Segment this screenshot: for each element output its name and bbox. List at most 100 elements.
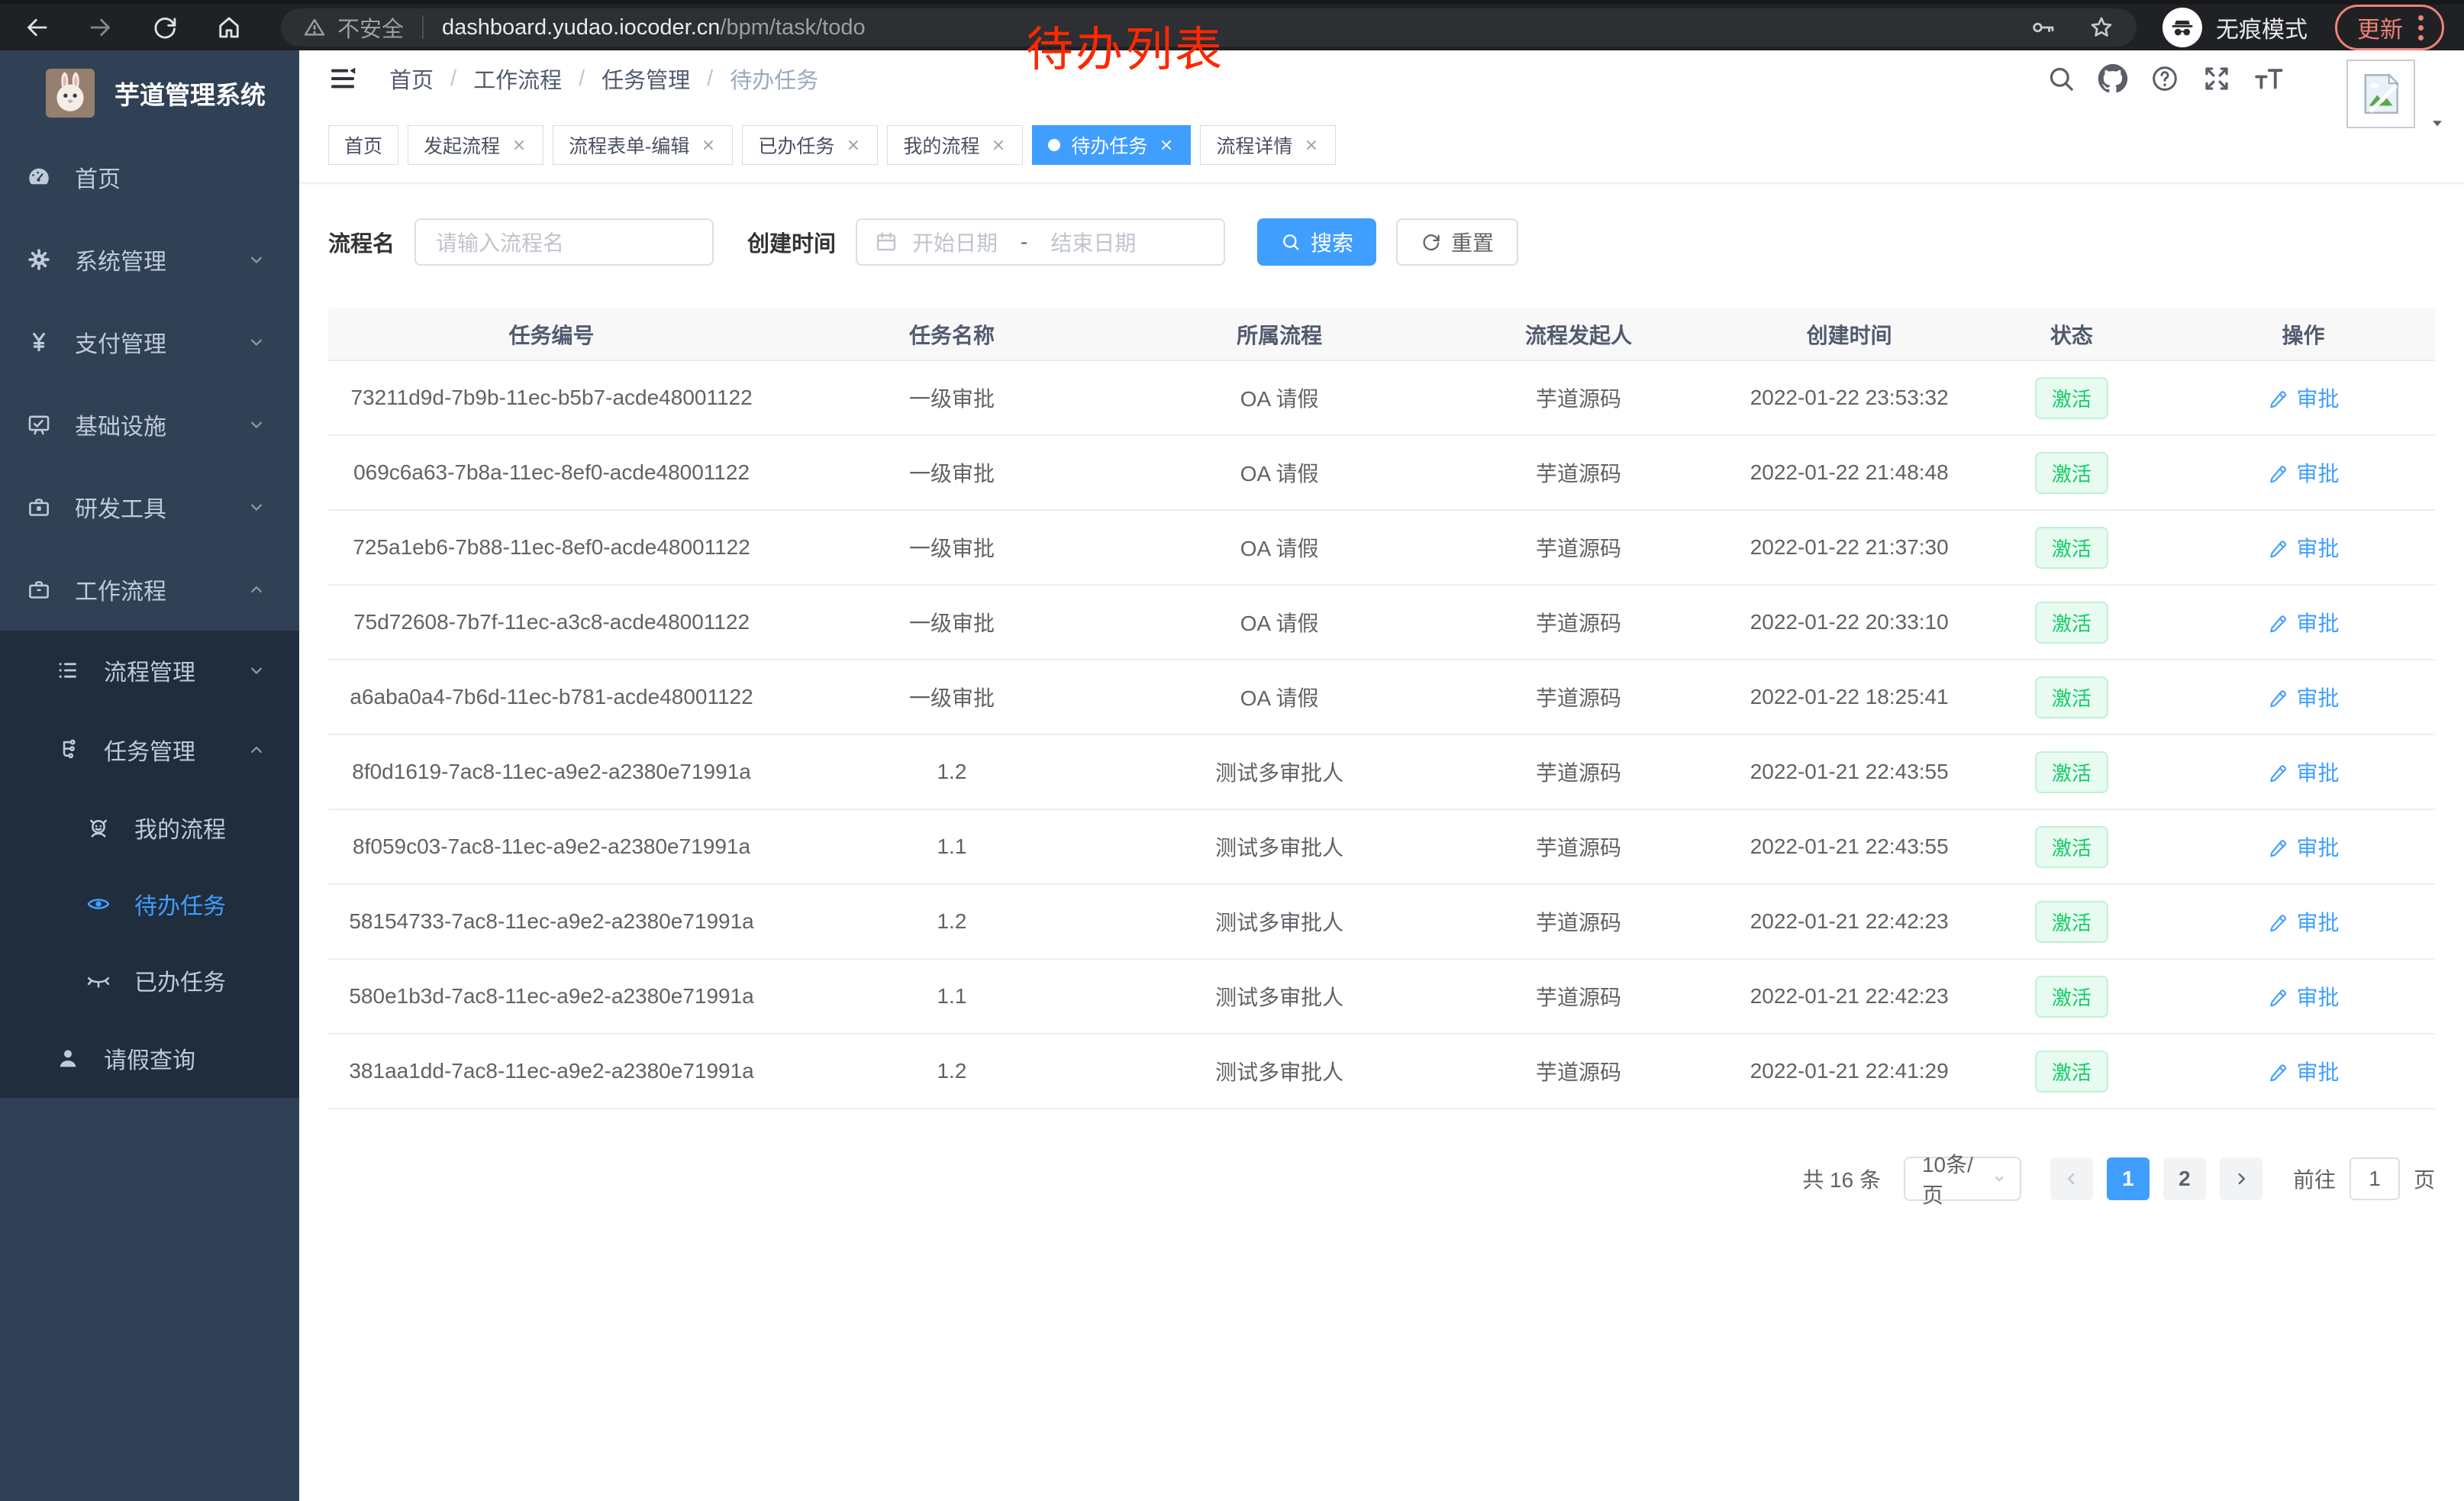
browser-back-icon[interactable] bbox=[20, 11, 53, 44]
sidebar-item-label: 基础设施 bbox=[75, 408, 246, 441]
browser-update-button[interactable]: 更新 bbox=[2335, 5, 2444, 50]
approve-link[interactable]: 审批 bbox=[2267, 831, 2339, 862]
cell-starter: 芋道源码 bbox=[1430, 435, 1727, 510]
tab-1[interactable]: 发起流程 bbox=[408, 125, 543, 165]
top-header: 首页 / 工作流程 / 任务管理 / 待办任务 bbox=[299, 50, 2464, 107]
breadcrumb-workflow[interactable]: 工作流程 bbox=[473, 63, 562, 95]
sidebar-item-9[interactable]: 待办任务 bbox=[0, 866, 299, 942]
goto-label: 前往 bbox=[2293, 1164, 2336, 1194]
search-button[interactable]: 搜索 bbox=[1257, 218, 1376, 266]
sidebar-item-7[interactable]: 任务管理 bbox=[0, 710, 299, 789]
next-page-button[interactable] bbox=[2220, 1157, 2262, 1200]
cell-process: 测试多审批人 bbox=[1129, 884, 1430, 959]
avatar-dropdown-caret-icon[interactable] bbox=[2427, 113, 2447, 133]
cell-process: 测试多审批人 bbox=[1129, 809, 1430, 884]
prev-page-button[interactable] bbox=[2050, 1157, 2093, 1200]
tab-3[interactable]: 已办任务 bbox=[742, 125, 878, 165]
process-name-input[interactable]: 请输入流程名 bbox=[414, 218, 714, 266]
user-avatar-broken-image[interactable] bbox=[2346, 60, 2415, 128]
pen-icon bbox=[2267, 462, 2288, 483]
help-icon[interactable] bbox=[2150, 63, 2180, 94]
column-header: 所属流程 bbox=[1129, 308, 1430, 360]
approve-link[interactable]: 审批 bbox=[2267, 906, 2339, 937]
browser-reload-icon[interactable] bbox=[148, 11, 182, 44]
sidebar-item-6[interactable]: 流程管理 bbox=[0, 631, 299, 710]
sidebar-item-label: 已办任务 bbox=[134, 964, 299, 997]
end-date-placeholder[interactable]: 结束日期 bbox=[1050, 227, 1136, 257]
fullscreen-icon[interactable] bbox=[2201, 63, 2232, 94]
cell-name: 一级审批 bbox=[775, 435, 1129, 510]
tab-0[interactable]: 首页 bbox=[328, 125, 398, 165]
approve-link[interactable]: 审批 bbox=[2267, 682, 2339, 712]
chevron-down-icon bbox=[1990, 1169, 2009, 1189]
browser-home-icon[interactable] bbox=[212, 11, 246, 44]
status-badge: 激活 bbox=[2035, 527, 2108, 569]
update-label[interactable]: 更新 bbox=[2357, 11, 2403, 44]
cell-created: 2022-01-21 22:43:55 bbox=[1727, 734, 1972, 809]
dashboard-icon bbox=[26, 164, 52, 190]
tab-close-icon[interactable] bbox=[990, 137, 1007, 153]
sidebar-item-0[interactable]: 首页 bbox=[0, 136, 299, 218]
cell-name: 一级审批 bbox=[775, 510, 1129, 585]
pen-icon bbox=[2267, 911, 2288, 932]
sidebar-item-8[interactable]: 我的流程 bbox=[0, 789, 299, 866]
approve-link[interactable]: 审批 bbox=[2267, 383, 2339, 413]
tab-5[interactable]: 待办任务 bbox=[1032, 125, 1191, 165]
security-warning-icon[interactable] bbox=[302, 15, 327, 40]
breadcrumb-task-mgmt[interactable]: 任务管理 bbox=[601, 63, 690, 95]
pen-icon bbox=[2267, 387, 2288, 408]
status-badge: 激活 bbox=[2035, 602, 2108, 644]
approve-link[interactable]: 审批 bbox=[2267, 607, 2339, 638]
approve-link[interactable]: 审批 bbox=[2267, 457, 2339, 488]
goto-page-input[interactable]: 1 bbox=[2350, 1157, 2400, 1200]
sidebar-item-10[interactable]: 已办任务 bbox=[0, 942, 299, 1018]
browser-menu-icon[interactable] bbox=[2418, 15, 2424, 40]
tab-6[interactable]: 流程详情 bbox=[1200, 125, 1336, 165]
breadcrumb-home[interactable]: 首页 bbox=[389, 63, 434, 95]
sidebar-item-2[interactable]: 支付管理 bbox=[0, 301, 299, 383]
tab-2[interactable]: 流程表单-编辑 bbox=[553, 125, 733, 165]
calendar-icon bbox=[874, 230, 898, 254]
reset-button[interactable]: 重置 bbox=[1396, 218, 1518, 266]
sidebar-item-4[interactable]: 研发工具 bbox=[0, 466, 299, 548]
sidebar-item-5[interactable]: 工作流程 bbox=[0, 548, 299, 631]
font-size-icon[interactable] bbox=[2253, 63, 2284, 94]
cell-name: 1.2 bbox=[775, 1034, 1129, 1109]
sidebar-item-1[interactable]: 系统管理 bbox=[0, 218, 299, 301]
approve-link[interactable]: 审批 bbox=[2267, 757, 2339, 787]
range-separator: - bbox=[1021, 230, 1027, 254]
tab-4[interactable]: 我的流程 bbox=[887, 125, 1023, 165]
security-label[interactable]: 不安全 bbox=[337, 11, 404, 44]
approve-link[interactable]: 审批 bbox=[2267, 532, 2339, 563]
start-date-placeholder[interactable]: 开始日期 bbox=[912, 227, 998, 257]
chevron-down-icon bbox=[246, 331, 267, 353]
sidebar-item-11[interactable]: 请假查询 bbox=[0, 1018, 299, 1098]
page-button-1[interactable]: 1 bbox=[2107, 1157, 2150, 1200]
tab-close-icon[interactable] bbox=[1303, 137, 1320, 153]
browser-forward-icon[interactable] bbox=[84, 11, 118, 44]
table-row-5: 8f0d1619-7ac8-11ec-a9e2-a2380e71991a1.2测… bbox=[328, 734, 2435, 809]
approve-link[interactable]: 审批 bbox=[2267, 981, 2339, 1012]
header-search-icon[interactable] bbox=[2046, 63, 2076, 94]
app-logo-row[interactable]: 芋道管理系统 bbox=[0, 50, 299, 136]
column-header: 任务编号 bbox=[328, 308, 775, 360]
cell-created: 2022-01-21 22:42:23 bbox=[1727, 884, 1972, 959]
tab-label: 我的流程 bbox=[903, 131, 979, 159]
date-range-picker[interactable]: 开始日期 - 结束日期 bbox=[856, 218, 1225, 266]
page-button-2[interactable]: 2 bbox=[2163, 1157, 2206, 1200]
tab-close-icon[interactable] bbox=[845, 137, 862, 153]
sidebar-item-3[interactable]: 基础设施 bbox=[0, 383, 299, 466]
sidebar-collapse-icon[interactable] bbox=[327, 63, 359, 95]
approve-link[interactable]: 审批 bbox=[2267, 1056, 2339, 1086]
browser-chrome: 不安全 dashboard.yudao.iocoder.cn/bpm/task/… bbox=[0, 0, 2464, 50]
password-key-icon[interactable] bbox=[2030, 14, 2057, 41]
github-icon[interactable] bbox=[2098, 63, 2128, 94]
sidebar-item-label: 任务管理 bbox=[104, 733, 246, 767]
address-bar[interactable]: 不安全 dashboard.yudao.iocoder.cn/bpm/task/… bbox=[281, 8, 2137, 47]
tab-close-icon[interactable] bbox=[700, 137, 717, 153]
column-header: 创建时间 bbox=[1727, 308, 1972, 360]
tab-close-icon[interactable] bbox=[511, 137, 527, 153]
page-size-select[interactable]: 10条/页 bbox=[1904, 1157, 2021, 1201]
tab-close-icon[interactable] bbox=[1158, 137, 1175, 153]
bookmark-star-icon[interactable] bbox=[2088, 14, 2115, 41]
